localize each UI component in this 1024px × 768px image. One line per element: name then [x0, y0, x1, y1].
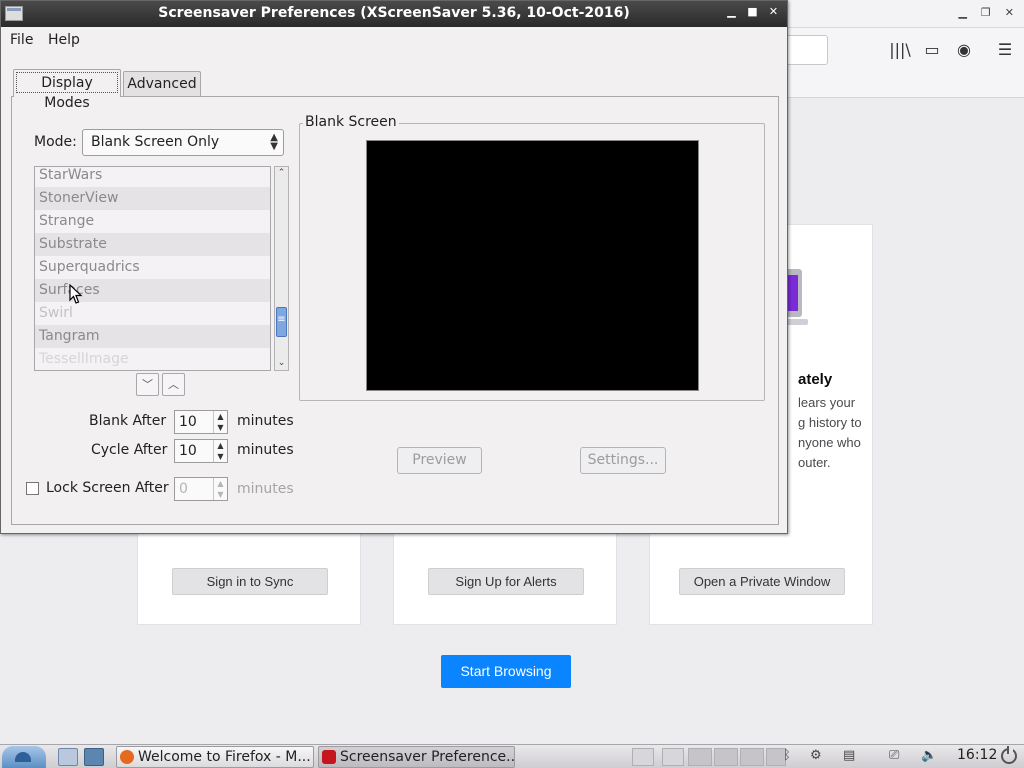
- task-screensaver[interactable]: Screensaver Preference...: [318, 746, 515, 768]
- workspace-3[interactable]: [740, 748, 764, 766]
- list-scrollbar[interactable]: ⌃ ⌄: [274, 166, 289, 371]
- previous-screensaver-button[interactable]: ︿: [162, 373, 185, 396]
- show-desktop-icon[interactable]: [662, 748, 684, 766]
- account-icon[interactable]: ◉: [953, 40, 975, 60]
- blank-after-value: 10: [179, 414, 197, 430]
- blank-after-spinner[interactable]: 10 ▲ ▼: [174, 410, 228, 434]
- chevron-up-icon[interactable]: ⌃: [275, 167, 288, 180]
- start-browsing-button[interactable]: Start Browsing: [441, 655, 571, 688]
- task-firefox[interactable]: Welcome to Firefox - M...: [116, 746, 314, 768]
- dialog-window-controls: ▁ ■ ✕: [726, 5, 779, 18]
- mode-select[interactable]: Blank Screen Only ▲ ▼: [82, 129, 284, 156]
- tab-advanced[interactable]: Advanced: [123, 71, 201, 96]
- sidebar-icon[interactable]: ▭: [921, 40, 943, 60]
- power-icon[interactable]: [1001, 746, 1017, 764]
- chevron-down-icon[interactable]: ⌄: [275, 357, 288, 370]
- window-list-icon[interactable]: [632, 748, 654, 766]
- cycle-after-label: Cycle After: [91, 442, 168, 458]
- network-icon[interactable]: ⚙: [810, 748, 822, 763]
- lock-screen-checkbox[interactable]: [26, 482, 39, 495]
- cycle-after-spinner[interactable]: 10 ▲ ▼: [174, 439, 228, 463]
- restore-icon[interactable]: ❐: [981, 6, 991, 19]
- close-icon[interactable]: ✕: [1005, 6, 1014, 19]
- screensaver-icon: [322, 750, 336, 764]
- spinner-arrows-icon[interactable]: ▲ ▼: [213, 440, 227, 462]
- spinner-arrows-icon: ▲ ▼: [213, 478, 227, 500]
- minimize-icon[interactable]: ▁: [726, 5, 737, 18]
- sign-up-for-alerts-button[interactable]: Sign Up for Alerts: [428, 568, 584, 595]
- screensaver-preferences-dialog: Screensaver Preferences (XScreenSaver 5.…: [0, 0, 788, 534]
- tab-display-modes-label: Display Modes: [16, 72, 118, 111]
- mode-label: Mode:: [34, 134, 77, 150]
- preview-frame-label: Blank Screen: [303, 114, 399, 130]
- clipboard-icon[interactable]: ▤: [843, 748, 855, 763]
- workspace-1[interactable]: [688, 748, 712, 766]
- chevron-down-icon: ﹀: [142, 378, 153, 391]
- desktop-icon[interactable]: [84, 748, 104, 766]
- private-card-title: ately: [798, 371, 833, 388]
- maximize-icon[interactable]: ■: [747, 5, 758, 18]
- firefox-icon: [120, 750, 134, 764]
- firefox-window-controls: ▁ ❐ ✕: [958, 6, 1014, 19]
- start-menu-button[interactable]: [2, 746, 46, 768]
- spinner-arrows-icon[interactable]: ▲ ▼: [213, 411, 227, 433]
- lock-screen-unit: minutes: [237, 481, 294, 497]
- list-item[interactable]: Substrate: [35, 233, 270, 256]
- open-private-window-button[interactable]: Open a Private Window: [679, 568, 845, 595]
- close-icon[interactable]: ✕: [768, 5, 779, 18]
- cycle-after-unit: minutes: [237, 442, 294, 458]
- private-card-text: lears your g history to nyone who outer.: [798, 395, 862, 470]
- list-item[interactable]: Superquadrics: [35, 256, 270, 279]
- taskbar: Welcome to Firefox - M... Screensaver Pr…: [0, 744, 1024, 768]
- mode-select-value: Blank Screen Only: [91, 134, 220, 150]
- list-item[interactable]: TessellImage: [35, 348, 270, 370]
- file-manager-icon[interactable]: [58, 748, 78, 766]
- menu-help[interactable]: Help: [48, 32, 80, 48]
- lock-screen-label[interactable]: Lock Screen After: [46, 480, 169, 496]
- cycle-after-value: 10: [179, 443, 197, 459]
- lock-screen-spinner: 0 ▲ ▼: [174, 477, 228, 501]
- dialog-title: Screensaver Preferences (XScreenSaver 5.…: [158, 5, 630, 21]
- clock[interactable]: 16:12: [957, 747, 997, 763]
- menu-bar: File Help: [1, 27, 787, 53]
- list-item[interactable]: StonerView: [35, 187, 270, 210]
- blank-after-label: Blank After: [89, 413, 167, 429]
- minimize-icon[interactable]: ▁: [958, 6, 966, 19]
- scrollbar-thumb[interactable]: [276, 307, 287, 337]
- dialog-titlebar[interactable]: Screensaver Preferences (XScreenSaver 5.…: [1, 1, 787, 27]
- display-icon[interactable]: ⎚: [889, 748, 899, 763]
- bluetooth-icon[interactable]: ᛒ: [783, 748, 791, 763]
- menu-file[interactable]: File: [10, 32, 33, 48]
- list-item[interactable]: Strange: [35, 210, 270, 233]
- mouse-cursor-icon: [69, 284, 83, 304]
- blank-after-unit: minutes: [237, 413, 294, 429]
- library-icon[interactable]: |||\: [889, 40, 911, 60]
- chevron-up-icon: ︿: [168, 378, 179, 391]
- workspace-2[interactable]: [714, 748, 738, 766]
- preview-button[interactable]: Preview: [397, 447, 482, 474]
- preview-screen: [366, 140, 699, 391]
- list-item[interactable]: Swirl: [35, 302, 270, 325]
- list-item[interactable]: Tangram: [35, 325, 270, 348]
- list-item[interactable]: StarWars: [35, 167, 270, 187]
- sign-in-to-sync-button[interactable]: Sign in to Sync: [172, 568, 328, 595]
- tab-display-modes[interactable]: Display Modes: [13, 69, 121, 111]
- volume-icon[interactable]: 🔈: [921, 748, 937, 763]
- updown-arrow-icon: ▲ ▼: [270, 132, 278, 152]
- lock-screen-value: 0: [179, 481, 188, 497]
- screensaver-list[interactable]: StarWars StonerView Strange Substrate Su…: [34, 166, 271, 371]
- settings-button[interactable]: Settings...: [580, 447, 666, 474]
- menu-icon[interactable]: ☰: [994, 40, 1016, 60]
- next-screensaver-button[interactable]: ﹀: [136, 373, 159, 396]
